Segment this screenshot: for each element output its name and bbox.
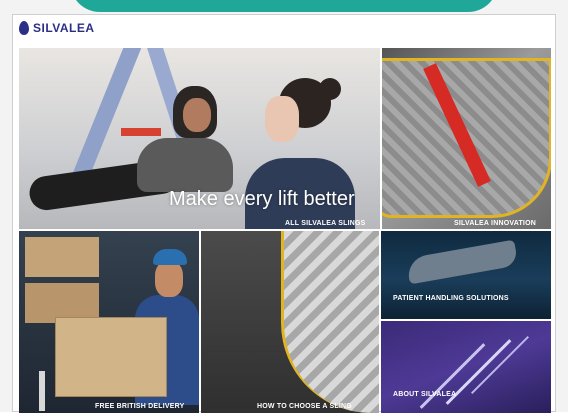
about-tile[interactable]: ABOUT SILVALEA: [381, 321, 551, 413]
logo-drop-icon: [19, 21, 29, 35]
all-slings-link[interactable]: ALL SILVALEA SLINGS: [285, 220, 366, 227]
hero-headline: Make every lift better: [169, 188, 355, 210]
hero-tile[interactable]: Make every lift better ALL SILVALEA SLIN…: [19, 48, 380, 229]
top-accent-shape: [70, 0, 498, 12]
sling-product-image: [405, 239, 519, 285]
delivery-box: [55, 317, 167, 397]
carer-face: [265, 96, 299, 142]
quilted-sling-image: [281, 231, 379, 413]
innovation-link[interactable]: SILVALEA INNOVATION: [454, 220, 536, 227]
sling-strap-red: [121, 128, 161, 136]
carer-hair-bun: [319, 78, 341, 100]
hand-trolley: [39, 371, 45, 411]
innovation-tile[interactable]: SILVALEA INNOVATION: [382, 48, 551, 229]
choose-sling-link[interactable]: HOW TO CHOOSE A SLING: [257, 403, 352, 410]
patient-body: [137, 138, 233, 192]
delivery-link[interactable]: FREE BRITISH DELIVERY: [95, 403, 185, 410]
delivery-tile[interactable]: FREE BRITISH DELIVERY: [19, 231, 199, 413]
patient-face: [183, 98, 211, 132]
header-bar: SILVALEA: [13, 15, 555, 45]
about-link[interactable]: ABOUT SILVALEA: [393, 391, 456, 398]
courier-cap: [153, 249, 187, 265]
stacked-box: [25, 237, 99, 277]
courier-face: [155, 261, 183, 297]
choose-sling-tile[interactable]: HOW TO CHOOSE A SLING: [201, 231, 379, 413]
page-container: SILVALEA Make every lift better ALL SILV…: [12, 14, 556, 413]
patient-handling-link[interactable]: PATIENT HANDLING SOLUTIONS: [393, 295, 509, 302]
patient-handling-tile[interactable]: PATIENT HANDLING SOLUTIONS: [381, 231, 551, 319]
screen-frame: SILVALEA Make every lift better ALL SILV…: [0, 0, 568, 413]
brand-logo[interactable]: SILVALEA: [33, 21, 95, 35]
